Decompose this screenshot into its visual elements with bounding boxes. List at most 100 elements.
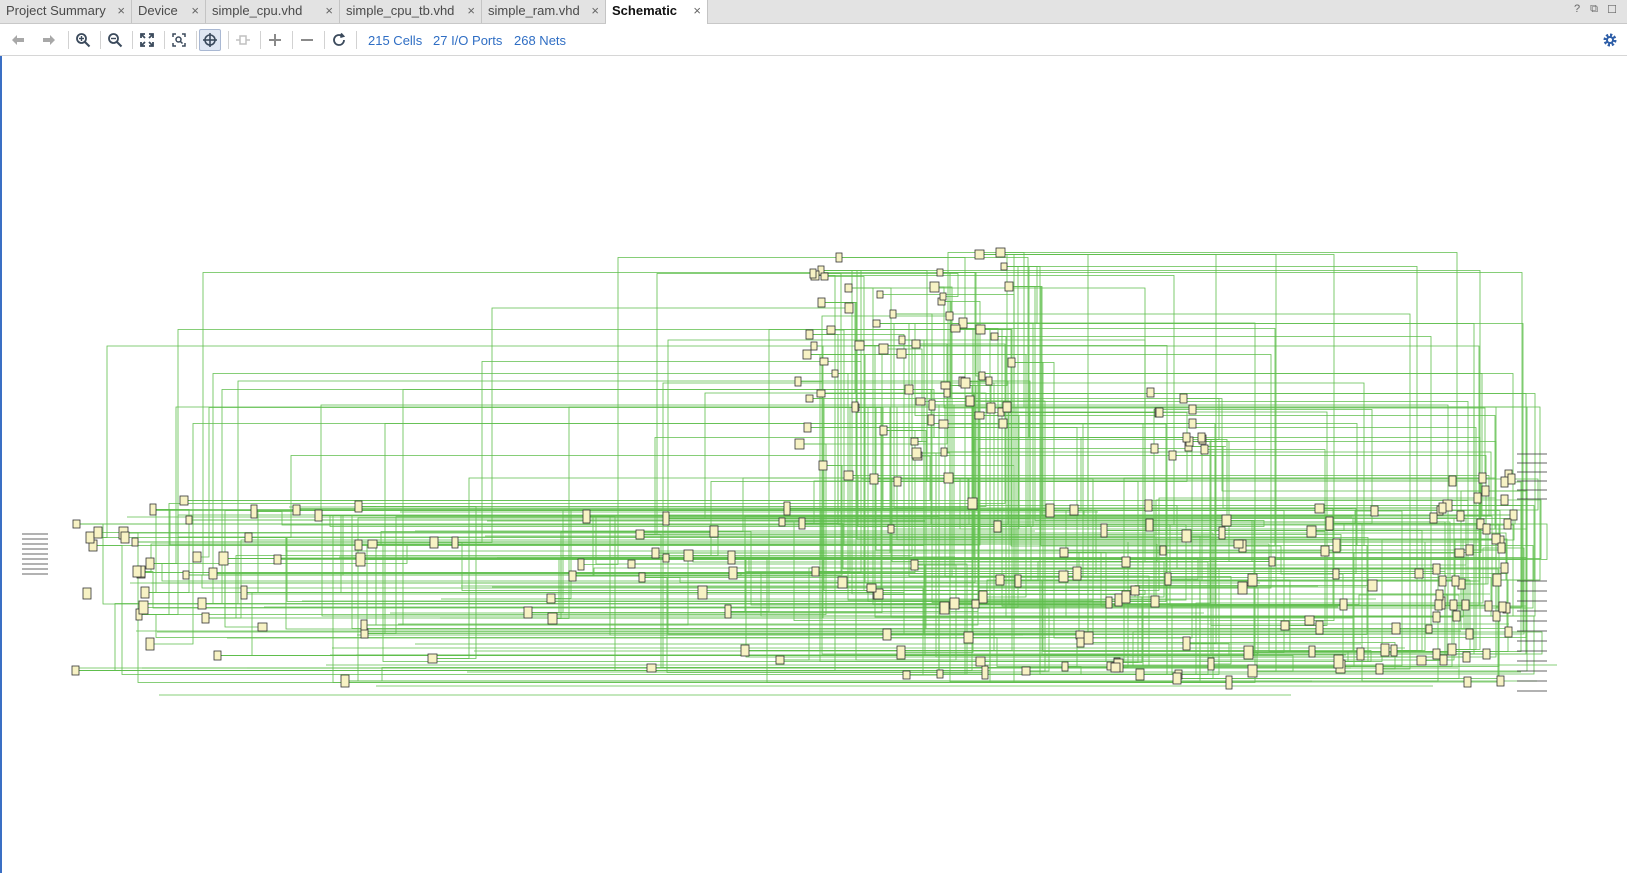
schematic-cell[interactable]	[1233, 539, 1244, 549]
schematic-cell[interactable]	[1463, 676, 1472, 688]
net-wire[interactable]	[141, 407, 882, 593]
schematic-cell[interactable]	[627, 559, 636, 569]
schematic-cell[interactable]	[182, 570, 190, 580]
schematic-cell[interactable]	[1168, 450, 1177, 461]
schematic-cell[interactable]	[1500, 494, 1509, 506]
restore-window-icon[interactable]: ⧉	[1587, 3, 1601, 16]
schematic-cell[interactable]	[697, 585, 708, 600]
schematic-cell[interactable]	[1509, 509, 1518, 521]
net-wire[interactable]	[644, 273, 810, 535]
net-wire[interactable]	[811, 275, 1175, 526]
schematic-cell[interactable]	[978, 590, 988, 604]
collapse-icon[interactable]	[232, 29, 254, 51]
schematic-cell[interactable]	[1014, 574, 1022, 588]
schematic-cell[interactable]	[132, 565, 142, 578]
schematic-cell[interactable]	[854, 340, 865, 351]
schematic-cell[interactable]	[1478, 472, 1487, 484]
net-wire[interactable]	[947, 439, 1199, 453]
schematic-cell[interactable]	[783, 501, 791, 516]
schematic-cell[interactable]	[893, 476, 902, 487]
schematic-cell[interactable]	[995, 574, 1005, 586]
close-icon[interactable]: ×	[117, 0, 125, 22]
schematic-cell[interactable]	[851, 401, 859, 413]
schematic-cell[interactable]	[1320, 545, 1330, 557]
schematic-cell[interactable]	[1452, 610, 1461, 622]
schematic-cell[interactable]	[1473, 492, 1482, 504]
net-wire[interactable]	[349, 517, 1430, 682]
schematic-cell[interactable]	[1504, 626, 1513, 638]
close-icon[interactable]: ×	[591, 0, 599, 22]
schematic-cell[interactable]	[974, 249, 985, 260]
schematic-cell[interactable]	[1004, 281, 1014, 292]
schematic-cell[interactable]	[981, 665, 989, 680]
schematic-cell[interactable]	[1461, 599, 1470, 611]
schematic-cell[interactable]	[965, 395, 975, 407]
schematic-cell[interactable]	[257, 622, 268, 632]
schematic-cell[interactable]	[879, 425, 888, 436]
close-icon[interactable]: ×	[693, 0, 701, 22]
schematic-cell[interactable]	[1492, 610, 1501, 622]
schematic-cell[interactable]	[936, 669, 944, 679]
schematic-cell[interactable]	[1002, 401, 1012, 413]
net-wire[interactable]	[1107, 652, 1258, 667]
schematic-cell[interactable]	[451, 536, 459, 549]
schematic-cell[interactable]	[794, 376, 802, 387]
schematic-cell[interactable]	[1058, 570, 1069, 583]
net-wire[interactable]	[355, 506, 477, 659]
schematic-cell[interactable]	[354, 539, 363, 551]
schematic-cell[interactable]	[85, 531, 95, 544]
nets-count-link[interactable]: 268 Nets	[514, 33, 566, 48]
schematic-cell[interactable]	[1482, 648, 1491, 660]
schematic-cell[interactable]	[71, 665, 80, 676]
schematic-cell[interactable]	[568, 570, 577, 582]
schematic-cell[interactable]	[1182, 636, 1191, 651]
schematic-cell[interactable]	[963, 631, 974, 644]
schematic-cell[interactable]	[1500, 476, 1509, 488]
schematic-cell[interactable]	[120, 531, 130, 544]
schematic-cell[interactable]	[582, 509, 591, 524]
schematic-cell[interactable]	[1304, 615, 1315, 626]
schematic-cell[interactable]	[945, 311, 954, 321]
schematic-cell[interactable]	[1172, 672, 1182, 685]
schematic-cell[interactable]	[1503, 518, 1512, 530]
schematic-cell[interactable]	[898, 335, 906, 345]
schematic-cell[interactable]	[1105, 596, 1113, 609]
schematic-cell[interactable]	[240, 585, 248, 600]
schematic-cell[interactable]	[794, 438, 805, 450]
schematic-cell[interactable]	[1425, 624, 1433, 634]
schematic-cell[interactable]	[1135, 668, 1145, 681]
schematic-cell[interactable]	[1432, 648, 1441, 660]
schematic-cell[interactable]	[818, 460, 828, 471]
schematic-cell[interactable]	[646, 663, 657, 673]
schematic-cell[interactable]	[208, 567, 218, 580]
schematic-cell[interactable]	[1200, 444, 1209, 455]
schematic-cell[interactable]	[878, 343, 889, 355]
schematic-cell[interactable]	[1207, 657, 1215, 671]
schematic-cell[interactable]	[985, 376, 993, 386]
net-wire[interactable]	[852, 406, 1541, 581]
schematic-cell[interactable]	[1456, 510, 1465, 522]
schematic-cell[interactable]	[651, 547, 660, 559]
schematic-cell[interactable]	[843, 470, 854, 481]
net-wire[interactable]	[72, 275, 836, 671]
schematic-cell[interactable]	[1100, 523, 1108, 538]
net-wire[interactable]	[1189, 409, 1373, 524]
net-wire[interactable]	[972, 603, 1089, 643]
schematic-cell[interactable]	[82, 587, 92, 600]
net-wire[interactable]	[628, 563, 968, 675]
net-wire[interactable]	[913, 389, 1183, 438]
schematic-cell[interactable]	[1221, 514, 1232, 527]
schematic-cell[interactable]	[1481, 485, 1490, 497]
net-wire[interactable]	[72, 385, 973, 671]
schematic-cell[interactable]	[1179, 393, 1188, 404]
schematic-cell[interactable]	[355, 552, 366, 567]
net-wire[interactable]	[139, 266, 1019, 608]
schematic-cell[interactable]	[250, 504, 258, 519]
schematic-cell[interactable]	[872, 319, 881, 328]
schematic-cell[interactable]	[523, 606, 533, 619]
schematic-cell[interactable]	[1500, 562, 1509, 574]
schematic-cell[interactable]	[292, 504, 301, 516]
schematic-cell[interactable]	[709, 525, 719, 538]
schematic-cell[interactable]	[1367, 579, 1378, 592]
schematic-cell[interactable]	[72, 519, 81, 529]
